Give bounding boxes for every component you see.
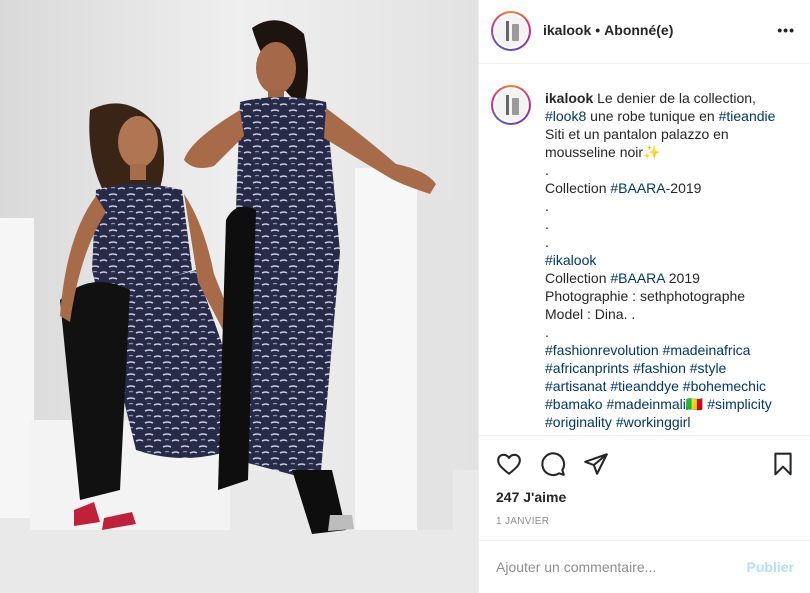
caption-line: #originality #workinggirl [545, 413, 795, 431]
hashtag-link[interactable]: #artisanat [545, 378, 606, 394]
caption-line: mousseline noir✨ [545, 143, 795, 161]
caption-line: #ikalook [545, 251, 795, 269]
action-bar [479, 437, 810, 489]
hashtag-link[interactable]: #workinggirl [616, 414, 691, 430]
caption-fragment: . [545, 234, 549, 250]
hashtag-link[interactable]: #look8 [545, 108, 586, 124]
hashtag-link[interactable]: #ikalook [545, 252, 596, 268]
caption-line: #africanprints #fashion #style [545, 359, 795, 377]
post-header: ikalook • Abonné(e) ••• [479, 0, 810, 64]
hashtag-link[interactable]: #madeinafrica [663, 342, 751, 358]
caption-username[interactable]: ikalook [545, 90, 593, 106]
post-photo-image [0, 0, 478, 593]
caption-line: #look8 une robe tunique en #tieandie [545, 107, 795, 125]
hashtag-link[interactable]: #BAARA [610, 270, 664, 286]
hashtag-link[interactable]: #tieanddye [610, 378, 679, 394]
caption-fragment: . [545, 216, 549, 232]
post-date[interactable]: 1 JANVIER [496, 516, 549, 527]
caption-fragment: Le denier de la collection, [597, 90, 756, 106]
hashtag-link[interactable]: #bohemechic [683, 378, 766, 394]
author-avatar[interactable] [491, 11, 531, 51]
caption-line: #bamako #madeinmali🇲🇱 #simplicity [545, 395, 795, 413]
likes-count[interactable]: 247 J'aime [496, 489, 566, 505]
caption-fragment: . [545, 198, 549, 214]
caption-fragment: Collection [545, 180, 611, 196]
comment-bar: Publier [479, 540, 810, 593]
hashtag-link[interactable]: #bamako [545, 396, 603, 412]
hashtag-link[interactable]: #style [690, 360, 727, 376]
caption-line: #fashionrevolution #madeinafrica [545, 341, 795, 359]
caption-line: . [545, 323, 795, 341]
caption-text: ikalook Le denier de la collection, #look… [545, 89, 795, 431]
caption-line: . [545, 161, 795, 179]
share-icon[interactable] [583, 451, 609, 477]
hashtag-link[interactable]: #simplicity [707, 396, 772, 412]
hashtag-link[interactable]: #fashionrevolution [545, 342, 659, 358]
caption-fragment: . [545, 324, 549, 340]
separator-dot: • [595, 22, 601, 38]
post-photo[interactable] [0, 0, 478, 593]
caption-line: #artisanat #tieanddye #bohemechic [545, 377, 795, 395]
caption-fragment: Photographie : sethphotographe [545, 288, 746, 304]
caption-line: Model : Dina. . [545, 305, 795, 323]
hashtag-link[interactable]: #madeinmali [606, 396, 685, 412]
post-details-panel: ikalook • Abonné(e) ••• ikalook Le denier … [478, 0, 810, 593]
publish-button[interactable]: Publier [747, 559, 794, 575]
caption-section: ikalook Le denier de la collection, #look… [479, 65, 810, 436]
hashtag-link[interactable]: #africanprints [545, 360, 629, 376]
author-username[interactable]: ikalook [543, 22, 591, 38]
avatar-image [495, 15, 527, 47]
bookmark-icon[interactable] [770, 451, 796, 477]
caption-line: Collection #BAARA 2019 [545, 269, 795, 287]
caption-fragment: 🇲🇱 [685, 396, 708, 412]
caption-fragment: Model : Dina. . [545, 306, 636, 322]
avatar-image [495, 89, 527, 121]
hashtag-link[interactable]: #BAARA [610, 180, 665, 196]
comment-icon[interactable] [540, 451, 566, 477]
heart-icon[interactable] [496, 451, 522, 477]
caption-line: . [545, 197, 795, 215]
caption-line: . [545, 215, 795, 233]
caption-fragment: une robe tunique en [586, 108, 719, 124]
hashtag-link[interactable]: #originality [545, 414, 612, 430]
caption-line: Photographie : sethphotographe [545, 287, 795, 305]
hashtag-link[interactable]: #fashion [633, 360, 686, 376]
caption-author-avatar[interactable] [491, 85, 531, 125]
caption-line: . [545, 233, 795, 251]
caption-fragment: mousseline noir✨ [545, 144, 661, 160]
caption-fragment: 2019 [664, 270, 700, 286]
caption-fragment: . [545, 162, 549, 178]
caption-line: Siti et un pantalon palazzo en [545, 125, 795, 143]
caption-line: ikalook Le denier de la collection, [545, 89, 795, 107]
caption-line: Collection #BAARA-2019 [545, 179, 795, 197]
hashtag-link[interactable]: #tieandie [719, 108, 776, 124]
follow-status[interactable]: Abonné(e) [604, 22, 673, 38]
caption-fragment: Siti et un pantalon palazzo en [545, 126, 729, 142]
caption-fragment: -2019 [665, 180, 702, 196]
comment-input[interactable] [496, 555, 736, 579]
more-options-icon[interactable]: ••• [777, 23, 795, 37]
author-info: ikalook • Abonné(e) [543, 22, 673, 38]
caption-fragment: Collection [545, 270, 611, 286]
